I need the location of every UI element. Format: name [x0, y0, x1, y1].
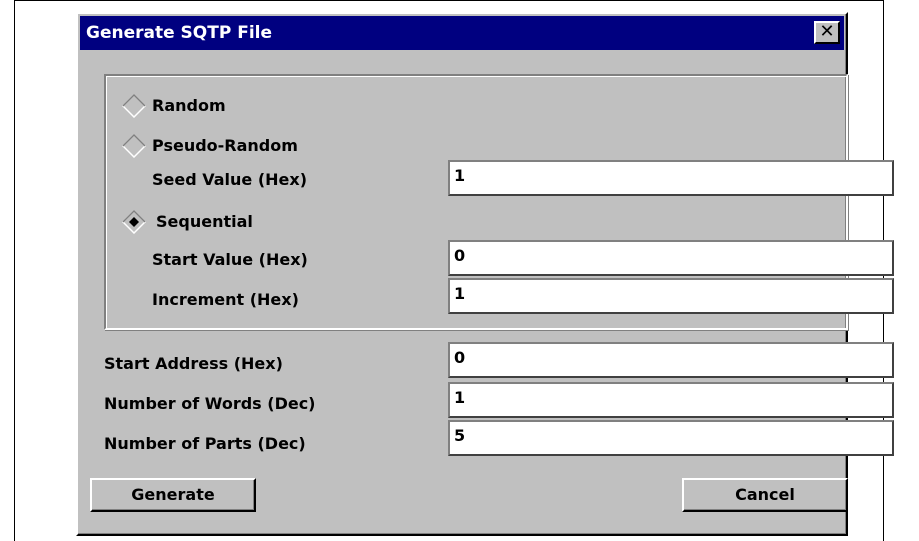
cancel-button[interactable]: Cancel [682, 478, 848, 512]
page-frame-left [14, 0, 15, 541]
close-button[interactable]: ✕ [814, 21, 840, 44]
radio-random[interactable] [122, 94, 146, 118]
dialog-title: Generate SQTP File [86, 23, 273, 43]
start-value-input[interactable]: 0 [448, 240, 894, 276]
increment-input[interactable]: 1 [448, 278, 894, 314]
increment-label: Increment (Hex) [152, 290, 299, 309]
radio-sequential[interactable] [122, 210, 146, 234]
page-frame-top [14, 0, 884, 1]
dialog-titlebar[interactable]: Generate SQTP File ✕ [80, 16, 844, 50]
number-of-parts-label: Number of Parts (Dec) [104, 434, 306, 453]
generate-sqtp-dialog: Generate SQTP File ✕ Random Pseudo-Rando… [76, 12, 894, 536]
close-icon: ✕ [819, 21, 835, 42]
radio-pseudo-random-label[interactable]: Pseudo-Random [152, 136, 298, 156]
radio-random-label[interactable]: Random [152, 96, 226, 116]
seed-value-input[interactable]: 1 [448, 160, 894, 196]
radio-sequential-label[interactable]: Sequential [156, 212, 253, 232]
radio-pseudo-random[interactable] [122, 134, 146, 158]
generate-button[interactable]: Generate [90, 478, 256, 512]
number-of-words-label: Number of Words (Dec) [104, 394, 316, 413]
diamond-radio-icon [122, 94, 146, 118]
start-address-input[interactable]: 0 [448, 342, 894, 378]
start-value-label: Start Value (Hex) [152, 250, 308, 269]
number-of-words-input[interactable]: 1 [448, 382, 894, 418]
seed-value-label: Seed Value (Hex) [152, 170, 308, 189]
start-address-label: Start Address (Hex) [104, 354, 283, 373]
number-of-parts-input[interactable]: 5 [448, 420, 894, 456]
diamond-radio-selected-icon [122, 210, 146, 234]
diamond-radio-icon [122, 134, 146, 158]
